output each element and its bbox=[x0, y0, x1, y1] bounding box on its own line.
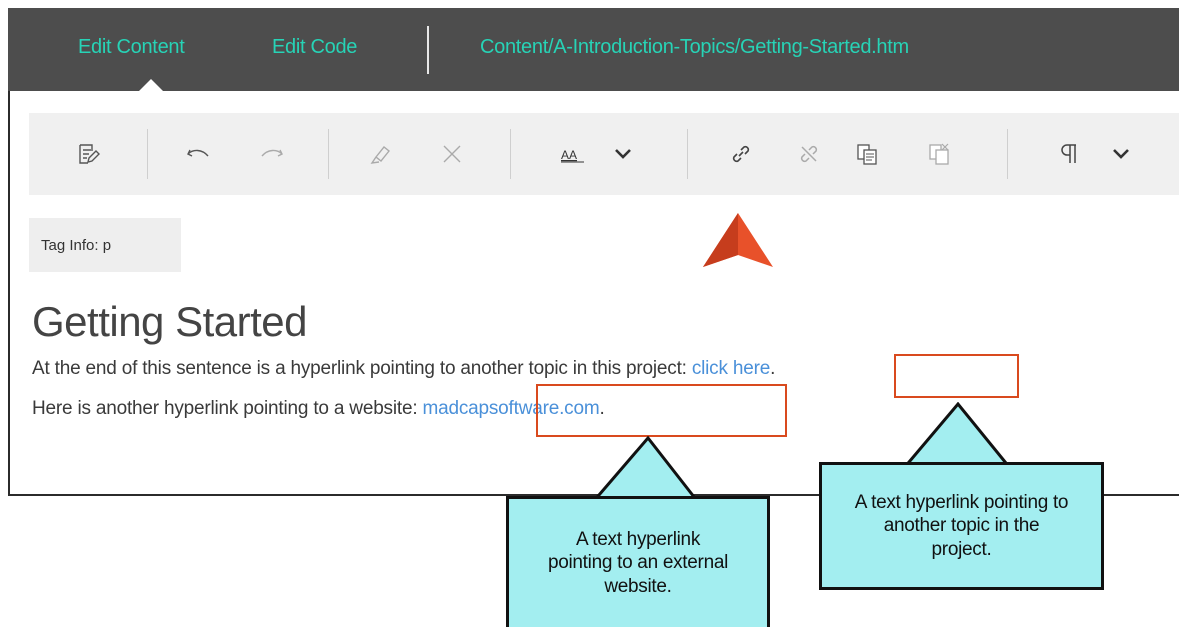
external-link-highlight bbox=[536, 384, 787, 437]
topbar-divider bbox=[427, 26, 429, 74]
toolbar-divider bbox=[687, 129, 688, 179]
toolbar-divider bbox=[510, 129, 511, 179]
callout-text: A text hyperlink pointing to another top… bbox=[854, 492, 1069, 560]
paragraph-text: At the end of this sentence is a hyperli… bbox=[32, 358, 692, 379]
clear-icon[interactable] bbox=[435, 137, 469, 171]
insert-link-icon[interactable] bbox=[724, 137, 758, 171]
file-path: Content/A-Introduction-Topics/Getting-St… bbox=[480, 36, 909, 58]
text-size-icon[interactable]: AA bbox=[556, 137, 590, 171]
toolbar-divider bbox=[328, 129, 329, 179]
chevron-down-icon[interactable] bbox=[606, 137, 640, 171]
paragraph-1: At the end of this sentence is a hyperli… bbox=[32, 358, 775, 380]
remove-link-icon[interactable] bbox=[792, 137, 826, 171]
tag-info[interactable]: Tag Info: p bbox=[29, 218, 181, 272]
internal-link-highlight bbox=[894, 354, 1019, 398]
paragraph-2: Here is another hyperlink pointing to a … bbox=[32, 398, 605, 420]
active-tab-caret bbox=[138, 79, 164, 92]
highlighter-icon[interactable] bbox=[363, 137, 397, 171]
pointer-arrow bbox=[701, 211, 775, 274]
paste-icon[interactable] bbox=[922, 137, 956, 171]
toolbar-divider bbox=[1007, 129, 1008, 179]
pilcrow-icon[interactable] bbox=[1052, 137, 1086, 171]
callout-internal: A text hyperlink pointing to another top… bbox=[819, 462, 1104, 590]
paragraph-text: Here is another hyperlink pointing to a … bbox=[32, 398, 423, 419]
chevron-down-icon[interactable] bbox=[1104, 137, 1138, 171]
edit-icon[interactable] bbox=[71, 137, 105, 171]
toolbar-divider bbox=[147, 129, 148, 179]
callout-external: A text hyperlink pointing to an external… bbox=[506, 496, 770, 627]
svg-text:AA: AA bbox=[561, 148, 577, 162]
redo-icon[interactable] bbox=[255, 137, 289, 171]
undo-icon[interactable] bbox=[181, 137, 215, 171]
internal-link[interactable]: click here bbox=[692, 358, 770, 379]
editor-toolbar: AA bbox=[29, 113, 1179, 195]
page-title: Getting Started bbox=[32, 298, 308, 345]
paragraph-end: . bbox=[770, 358, 776, 379]
tab-edit-content[interactable]: Edit Content bbox=[78, 36, 185, 59]
callout-tail-external bbox=[591, 436, 700, 502]
copy-icon[interactable] bbox=[850, 137, 884, 171]
tab-edit-code[interactable]: Edit Code bbox=[272, 36, 357, 59]
callout-text: A text hyperlink pointing to an external… bbox=[547, 529, 729, 597]
callout-tail-internal bbox=[902, 402, 1012, 468]
editor-topbar: Edit Content Edit Code Content/A-Introdu… bbox=[8, 8, 1179, 92]
